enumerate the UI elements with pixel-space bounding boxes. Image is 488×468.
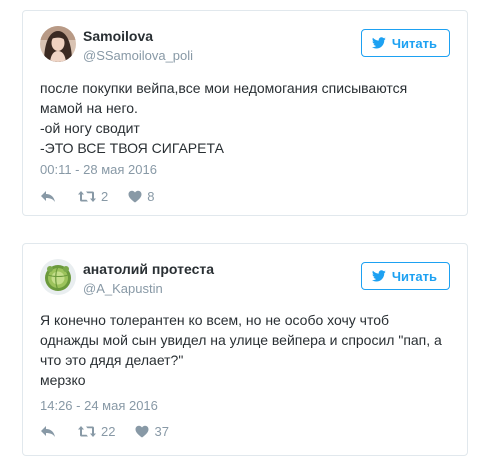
cabbage-icon — [40, 259, 76, 295]
tweet-text: Я конечно толерантен ко всем, но не особ… — [40, 310, 453, 390]
reply-icon — [40, 425, 56, 438]
twitter-bird-icon — [371, 37, 386, 49]
like-count: 37 — [154, 424, 169, 439]
like-button[interactable]: 8 — [128, 189, 154, 204]
heart-icon — [135, 425, 149, 438]
tweet-text-line: мамой на него. — [40, 100, 138, 116]
tweet-text: после покупки вейпа,все мои недомогания … — [40, 78, 453, 158]
follow-button[interactable]: Читать — [360, 262, 450, 290]
tweet-timestamp[interactable]: 14:26 - 24 мая 2016 — [40, 398, 158, 413]
tweet-card: Samoilova @SSamoilova_poli Читать после … — [22, 10, 468, 216]
heart-icon — [128, 190, 142, 203]
tweet-actions: 2 8 — [40, 189, 154, 204]
tweet-actions: 22 37 — [40, 424, 169, 439]
author-handle[interactable]: @SSamoilova_poli — [83, 48, 193, 63]
follow-button-label: Читать — [391, 35, 437, 51]
follow-button[interactable]: Читать — [360, 29, 450, 57]
tweet-card: анатолий протеста @A_Kapustin Читать Я к… — [22, 243, 468, 456]
reply-button[interactable] — [40, 190, 56, 203]
retweet-icon — [78, 190, 96, 203]
person-photo-icon — [40, 26, 76, 62]
retweet-button[interactable]: 2 — [78, 189, 108, 204]
author-name[interactable]: анатолий протеста — [83, 261, 214, 277]
tweet-text-line: что это дядя делает?" — [40, 352, 184, 368]
avatar[interactable] — [40, 259, 76, 295]
retweet-count: 22 — [101, 424, 116, 439]
like-button[interactable]: 37 — [135, 424, 169, 439]
tweet-timestamp[interactable]: 00:11 - 28 мая 2016 — [40, 162, 157, 177]
retweet-count: 2 — [101, 189, 109, 204]
tweet-text-line: -ой ногу сводит — [40, 120, 140, 136]
author-name[interactable]: Samoilova — [83, 28, 153, 44]
tweet-text-line: -ЭТО ВСЕ ТВОЯ СИГАРЕТА — [40, 140, 224, 156]
follow-button-label: Читать — [391, 268, 437, 284]
like-count: 8 — [147, 189, 155, 204]
author-handle[interactable]: @A_Kapustin — [83, 281, 163, 296]
tweet-text-line: мерзко — [40, 372, 86, 388]
reply-icon — [40, 190, 56, 203]
tweet-text-line: после покупки вейпа,все мои недомогания … — [40, 80, 408, 96]
reply-button[interactable] — [40, 425, 56, 438]
retweet-button[interactable]: 22 — [78, 424, 115, 439]
tweet-text-line: Я конечно толерантен ко всем, но не особ… — [40, 312, 390, 328]
retweet-icon — [78, 425, 96, 438]
twitter-bird-icon — [371, 270, 386, 282]
tweet-text-line: однажды мой сын увидел на улице вейпера … — [40, 332, 442, 348]
avatar[interactable] — [40, 26, 76, 62]
